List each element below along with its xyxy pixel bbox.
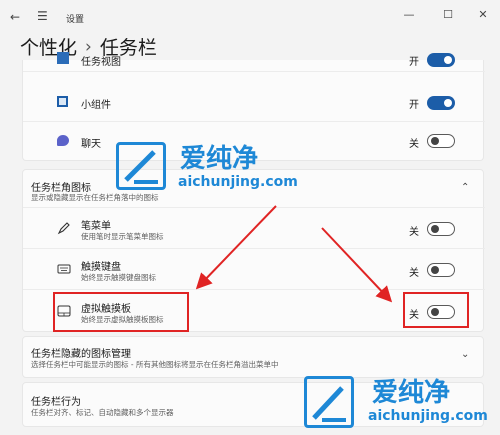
setting-row-touch-keyboard[interactable]: 触摸键盘 始终显示触摸键盘图标 关 — [23, 249, 485, 290]
toggle-knob — [444, 99, 452, 107]
setting-row-task-view[interactable]: 任务视图 开 — [23, 48, 485, 72]
watermark-en-text: aichunjing.com — [178, 174, 298, 190]
task-view-icon — [57, 52, 69, 64]
chat-toggle[interactable] — [427, 134, 455, 148]
minimize-button[interactable]: — — [398, 6, 420, 24]
setting-state: 开 — [409, 100, 419, 111]
section-subtitle: 任务栏对齐、标记、自动隐藏和多个显示器 — [31, 408, 174, 417]
maximize-button[interactable]: ☐ — [437, 6, 459, 24]
setting-row-pen-menu[interactable]: 笔菜单 使用笔时显示笔菜单图标 关 — [23, 208, 485, 249]
toggle-knob — [431, 225, 439, 233]
chat-icon — [57, 135, 69, 146]
highlight-box-touchpad-label — [53, 292, 189, 332]
back-arrow-icon[interactable]: ← — [10, 10, 20, 24]
toggle-knob — [431, 266, 439, 274]
title-bar: ← ☰ 设置 — ☐ ✕ — [0, 0, 500, 34]
watermark-cn-text: 爱纯净 — [372, 378, 451, 408]
setting-row-widgets[interactable]: 小组件 开 — [23, 84, 485, 122]
setting-subtitle: 使用笔时显示笔菜单图标 — [81, 232, 164, 241]
watermark-slash-icon — [312, 386, 346, 422]
pen-menu-toggle[interactable] — [427, 222, 455, 236]
watermark-logo-corner: 爱纯净 aichunjing.com — [296, 368, 500, 435]
setting-state: 关 — [409, 268, 419, 279]
watermark-logo: 爱纯净 aichunjing.com — [112, 132, 312, 202]
setting-state: 关 — [409, 227, 419, 238]
setting-label: 笔菜单 — [81, 221, 111, 232]
widgets-icon — [57, 96, 68, 107]
setting-label: 小组件 — [81, 100, 111, 111]
section-title: 任务栏隐藏的图标管理 — [31, 349, 131, 360]
setting-label: 触摸键盘 — [81, 262, 121, 273]
chevron-up-icon[interactable]: ⌃ — [461, 182, 469, 193]
setting-subtitle: 始终显示触摸键盘图标 — [81, 273, 156, 282]
close-button[interactable]: ✕ — [472, 6, 494, 24]
highlight-box-touchpad-toggle — [403, 292, 469, 328]
watermark-cn-text: 爱纯净 — [180, 144, 259, 174]
setting-label: 聊天 — [81, 139, 101, 150]
pen-icon — [57, 222, 70, 235]
keyboard-icon — [57, 264, 71, 274]
setting-label: 任务视图 — [81, 57, 121, 68]
watermark-slash-icon — [124, 150, 158, 184]
task-view-toggle[interactable] — [427, 53, 455, 67]
section-title: 任务栏行为 — [31, 397, 81, 408]
hamburger-menu-icon[interactable]: ☰ — [37, 9, 48, 23]
setting-state: 关 — [409, 139, 419, 150]
section-subtitle: 选择任务栏中可能显示的图标 - 所有其他图标将显示在任务栏角溢出菜单中 — [31, 360, 279, 369]
toggle-knob — [431, 137, 439, 145]
widgets-toggle[interactable] — [427, 96, 455, 110]
setting-state: 开 — [409, 57, 419, 68]
watermark-en-text: aichunjing.com — [368, 408, 488, 424]
window-title: 设置 — [66, 15, 85, 25]
chevron-down-icon[interactable]: ⌄ — [461, 349, 469, 360]
toggle-knob — [444, 56, 452, 64]
touch-keyboard-toggle[interactable] — [427, 263, 455, 277]
